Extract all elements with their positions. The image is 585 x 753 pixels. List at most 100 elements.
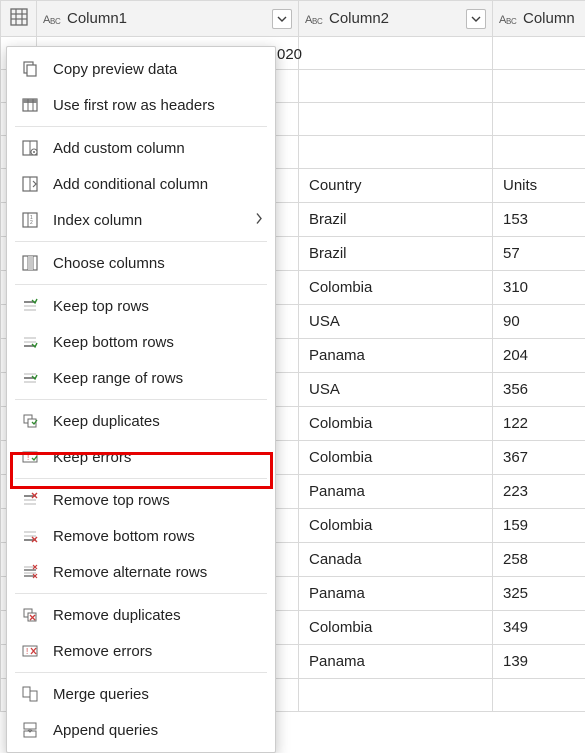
menu-label: Choose columns xyxy=(53,255,263,272)
cell[interactable]: 349 xyxy=(493,611,585,645)
keep-errors-icon: ! xyxy=(19,446,41,468)
cell[interactable]: Panama xyxy=(299,475,493,509)
cell[interactable] xyxy=(299,679,493,712)
menu-choose-columns[interactable]: Choose columns xyxy=(7,245,275,281)
menu-separator xyxy=(15,284,267,285)
menu-index-column[interactable]: 12 Index column xyxy=(7,202,275,238)
cell[interactable]: USA xyxy=(299,305,493,339)
cell[interactable] xyxy=(493,103,585,136)
cell[interactable]: 153 xyxy=(493,203,585,237)
menu-separator xyxy=(15,241,267,242)
cell[interactable] xyxy=(299,70,493,103)
cell[interactable] xyxy=(299,37,493,70)
menu-label: Keep errors xyxy=(53,449,263,466)
menu-remove-bottom-rows[interactable]: Remove bottom rows xyxy=(7,518,275,554)
column-filter-button[interactable] xyxy=(272,9,292,29)
cell[interactable]: Colombia xyxy=(299,271,493,305)
cell[interactable]: Colombia xyxy=(299,509,493,543)
menu-label: Add conditional column xyxy=(53,176,263,193)
svg-text:C: C xyxy=(55,17,61,26)
menu-label: Keep range of rows xyxy=(53,370,263,387)
cell[interactable] xyxy=(493,679,585,712)
menu-label: Append queries xyxy=(53,722,263,739)
cell[interactable]: 57 xyxy=(493,237,585,271)
cell[interactable]: Colombia xyxy=(299,611,493,645)
cell[interactable] xyxy=(299,103,493,136)
table-context-menu: Copy preview data Use first row as heade… xyxy=(6,46,276,753)
cell[interactable] xyxy=(493,136,585,169)
menu-separator xyxy=(15,672,267,673)
menu-label: Index column xyxy=(53,212,263,229)
cell[interactable]: Colombia xyxy=(299,441,493,475)
cell[interactable]: Brazil xyxy=(299,203,493,237)
cell[interactable]: 258 xyxy=(493,543,585,577)
cell[interactable]: Canada xyxy=(299,543,493,577)
column-header-label: Column1 xyxy=(67,10,266,27)
headers-icon xyxy=(19,94,41,116)
menu-label: Remove bottom rows xyxy=(53,528,263,545)
cell[interactable]: Colombia xyxy=(299,407,493,441)
cell[interactable]: Units xyxy=(493,169,585,203)
column-header-label: Column2 xyxy=(329,10,460,27)
cell[interactable]: Panama xyxy=(299,339,493,373)
menu-add-custom-column[interactable]: Add custom column xyxy=(7,130,275,166)
menu-keep-bottom-rows[interactable]: Keep bottom rows xyxy=(7,324,275,360)
cell[interactable]: 122 xyxy=(493,407,585,441)
remove-alternate-icon xyxy=(19,561,41,583)
cell[interactable]: 90 xyxy=(493,305,585,339)
keep-top-icon xyxy=(19,295,41,317)
menu-remove-duplicates[interactable]: Remove duplicates xyxy=(7,597,275,633)
menu-remove-errors[interactable]: ! Remove errors xyxy=(7,633,275,669)
menu-keep-errors[interactable]: ! Keep errors xyxy=(7,439,275,475)
remove-bottom-icon xyxy=(19,525,41,547)
cell[interactable]: 159 xyxy=(493,509,585,543)
menu-append-queries[interactable]: Append queries xyxy=(7,712,275,748)
copy-icon xyxy=(19,58,41,80)
menu-label: Add custom column xyxy=(53,140,263,157)
cell[interactable]: 223 xyxy=(493,475,585,509)
cell[interactable]: 204 xyxy=(493,339,585,373)
cell[interactable]: 356 xyxy=(493,373,585,407)
remove-errors-icon: ! xyxy=(19,640,41,662)
cell[interactable]: USA xyxy=(299,373,493,407)
menu-copy-preview[interactable]: Copy preview data xyxy=(7,51,275,87)
column-filter-button[interactable] xyxy=(466,9,486,29)
column-header-2[interactable]: ABC Column2 xyxy=(299,1,493,37)
text-type-icon: ABC xyxy=(499,11,517,27)
cell[interactable]: 310 xyxy=(493,271,585,305)
grid-corner[interactable] xyxy=(1,1,37,37)
menu-label: Keep bottom rows xyxy=(53,334,263,351)
column-header-1[interactable]: ABC Column1 xyxy=(37,1,299,37)
cell[interactable]: Brazil xyxy=(299,237,493,271)
cell[interactable] xyxy=(493,37,585,70)
menu-separator xyxy=(15,478,267,479)
cell[interactable]: 139 xyxy=(493,645,585,679)
menu-separator xyxy=(15,593,267,594)
gear-column-icon xyxy=(19,137,41,159)
menu-separator xyxy=(15,399,267,400)
svg-text:!: ! xyxy=(26,647,28,656)
column-header-3[interactable]: ABC Column xyxy=(493,1,585,37)
cell[interactable]: Country xyxy=(299,169,493,203)
menu-first-row-headers[interactable]: Use first row as headers xyxy=(7,87,275,123)
menu-keep-duplicates[interactable]: Keep duplicates xyxy=(7,403,275,439)
cell[interactable] xyxy=(299,136,493,169)
menu-merge-queries[interactable]: Merge queries xyxy=(7,676,275,712)
cell[interactable]: Panama xyxy=(299,645,493,679)
menu-label: Remove duplicates xyxy=(53,607,263,624)
menu-label: Copy preview data xyxy=(53,61,263,78)
remove-duplicates-icon xyxy=(19,604,41,626)
cell[interactable]: 325 xyxy=(493,577,585,611)
menu-remove-alternate-rows[interactable]: Remove alternate rows xyxy=(7,554,275,590)
svg-text:2: 2 xyxy=(30,220,33,226)
menu-add-conditional-column[interactable]: Add conditional column xyxy=(7,166,275,202)
cell[interactable]: 367 xyxy=(493,441,585,475)
menu-keep-range-rows[interactable]: Keep range of rows xyxy=(7,360,275,396)
menu-keep-top-rows[interactable]: Keep top rows xyxy=(7,288,275,324)
svg-text:!: ! xyxy=(27,453,29,462)
remove-top-icon xyxy=(19,489,41,511)
cell[interactable] xyxy=(493,70,585,103)
cell[interactable]: Panama xyxy=(299,577,493,611)
index-column-icon: 12 xyxy=(19,209,41,231)
menu-remove-top-rows[interactable]: Remove top rows xyxy=(7,482,275,518)
